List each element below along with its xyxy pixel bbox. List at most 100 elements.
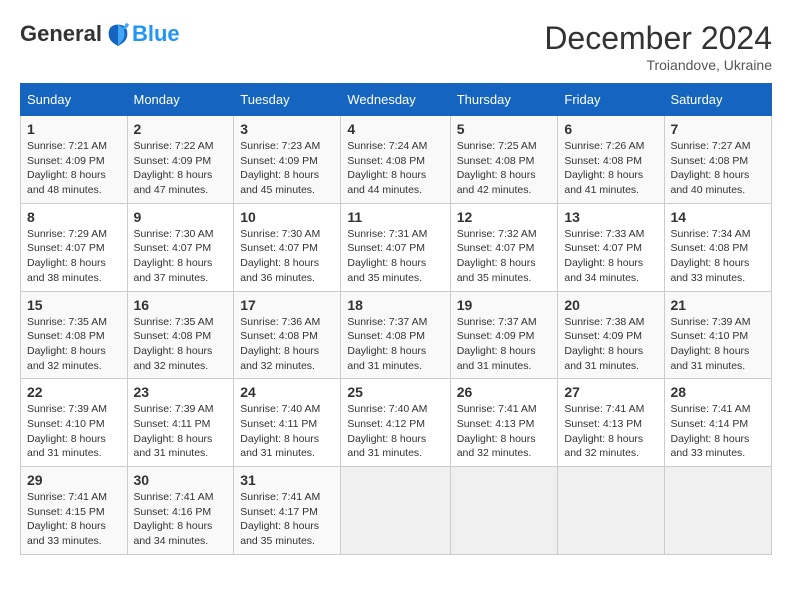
calendar-cell bbox=[558, 467, 664, 555]
calendar-cell: 11 Sunrise: 7:31 AM Sunset: 4:07 PM Dayl… bbox=[341, 203, 450, 291]
day-number: 7 bbox=[671, 121, 766, 137]
calendar-cell: 25 Sunrise: 7:40 AM Sunset: 4:12 PM Dayl… bbox=[341, 379, 450, 467]
day-info: Sunrise: 7:39 AM Sunset: 4:10 PM Dayligh… bbox=[27, 402, 121, 461]
day-number: 12 bbox=[457, 209, 552, 225]
day-info: Sunrise: 7:41 AM Sunset: 4:17 PM Dayligh… bbox=[240, 490, 334, 549]
day-info: Sunrise: 7:34 AM Sunset: 4:08 PM Dayligh… bbox=[671, 227, 766, 286]
calendar-cell: 5 Sunrise: 7:25 AM Sunset: 4:08 PM Dayli… bbox=[450, 116, 558, 204]
day-info: Sunrise: 7:37 AM Sunset: 4:09 PM Dayligh… bbox=[457, 315, 552, 374]
calendar-cell: 4 Sunrise: 7:24 AM Sunset: 4:08 PM Dayli… bbox=[341, 116, 450, 204]
day-number: 26 bbox=[457, 384, 552, 400]
calendar-cell: 15 Sunrise: 7:35 AM Sunset: 4:08 PM Dayl… bbox=[21, 291, 128, 379]
day-info: Sunrise: 7:29 AM Sunset: 4:07 PM Dayligh… bbox=[27, 227, 121, 286]
day-info: Sunrise: 7:21 AM Sunset: 4:09 PM Dayligh… bbox=[27, 139, 121, 198]
day-number: 4 bbox=[347, 121, 443, 137]
weekday-header-saturday: Saturday bbox=[664, 84, 772, 116]
calendar-cell: 2 Sunrise: 7:22 AM Sunset: 4:09 PM Dayli… bbox=[127, 116, 234, 204]
calendar-cell: 9 Sunrise: 7:30 AM Sunset: 4:07 PM Dayli… bbox=[127, 203, 234, 291]
logo-icon bbox=[104, 20, 132, 48]
calendar-cell: 16 Sunrise: 7:35 AM Sunset: 4:08 PM Dayl… bbox=[127, 291, 234, 379]
day-info: Sunrise: 7:41 AM Sunset: 4:14 PM Dayligh… bbox=[671, 402, 766, 461]
day-info: Sunrise: 7:27 AM Sunset: 4:08 PM Dayligh… bbox=[671, 139, 766, 198]
calendar-cell: 6 Sunrise: 7:26 AM Sunset: 4:08 PM Dayli… bbox=[558, 116, 664, 204]
day-info: Sunrise: 7:38 AM Sunset: 4:09 PM Dayligh… bbox=[564, 315, 657, 374]
calendar-cell: 26 Sunrise: 7:41 AM Sunset: 4:13 PM Dayl… bbox=[450, 379, 558, 467]
day-number: 16 bbox=[134, 297, 228, 313]
calendar-cell bbox=[450, 467, 558, 555]
day-info: Sunrise: 7:22 AM Sunset: 4:09 PM Dayligh… bbox=[134, 139, 228, 198]
calendar-cell: 22 Sunrise: 7:39 AM Sunset: 4:10 PM Dayl… bbox=[21, 379, 128, 467]
day-number: 21 bbox=[671, 297, 766, 313]
calendar-cell: 24 Sunrise: 7:40 AM Sunset: 4:11 PM Dayl… bbox=[234, 379, 341, 467]
day-number: 30 bbox=[134, 472, 228, 488]
day-info: Sunrise: 7:41 AM Sunset: 4:13 PM Dayligh… bbox=[564, 402, 657, 461]
weekday-header-row: SundayMondayTuesdayWednesdayThursdayFrid… bbox=[21, 84, 772, 116]
day-info: Sunrise: 7:41 AM Sunset: 4:15 PM Dayligh… bbox=[27, 490, 121, 549]
logo-blue: Blue bbox=[132, 21, 180, 47]
calendar-week-row: 15 Sunrise: 7:35 AM Sunset: 4:08 PM Dayl… bbox=[21, 291, 772, 379]
calendar-cell: 1 Sunrise: 7:21 AM Sunset: 4:09 PM Dayli… bbox=[21, 116, 128, 204]
day-number: 23 bbox=[134, 384, 228, 400]
day-info: Sunrise: 7:33 AM Sunset: 4:07 PM Dayligh… bbox=[564, 227, 657, 286]
calendar-cell: 3 Sunrise: 7:23 AM Sunset: 4:09 PM Dayli… bbox=[234, 116, 341, 204]
day-number: 19 bbox=[457, 297, 552, 313]
day-number: 13 bbox=[564, 209, 657, 225]
day-info: Sunrise: 7:32 AM Sunset: 4:07 PM Dayligh… bbox=[457, 227, 552, 286]
day-info: Sunrise: 7:39 AM Sunset: 4:10 PM Dayligh… bbox=[671, 315, 766, 374]
logo: General Blue bbox=[20, 20, 180, 48]
day-number: 3 bbox=[240, 121, 334, 137]
calendar-cell: 17 Sunrise: 7:36 AM Sunset: 4:08 PM Dayl… bbox=[234, 291, 341, 379]
day-number: 10 bbox=[240, 209, 334, 225]
day-number: 11 bbox=[347, 209, 443, 225]
day-info: Sunrise: 7:30 AM Sunset: 4:07 PM Dayligh… bbox=[134, 227, 228, 286]
calendar-cell bbox=[341, 467, 450, 555]
day-number: 6 bbox=[564, 121, 657, 137]
page-header: General Blue December 2024 Troiandove, U… bbox=[20, 20, 772, 73]
day-number: 9 bbox=[134, 209, 228, 225]
weekday-header-tuesday: Tuesday bbox=[234, 84, 341, 116]
calendar-cell: 28 Sunrise: 7:41 AM Sunset: 4:14 PM Dayl… bbox=[664, 379, 772, 467]
weekday-header-friday: Friday bbox=[558, 84, 664, 116]
day-number: 18 bbox=[347, 297, 443, 313]
logo-general: General bbox=[20, 21, 102, 47]
day-info: Sunrise: 7:35 AM Sunset: 4:08 PM Dayligh… bbox=[134, 315, 228, 374]
day-number: 1 bbox=[27, 121, 121, 137]
calendar-cell: 23 Sunrise: 7:39 AM Sunset: 4:11 PM Dayl… bbox=[127, 379, 234, 467]
day-info: Sunrise: 7:24 AM Sunset: 4:08 PM Dayligh… bbox=[347, 139, 443, 198]
month-title: December 2024 bbox=[544, 20, 772, 57]
day-number: 8 bbox=[27, 209, 121, 225]
calendar-cell: 13 Sunrise: 7:33 AM Sunset: 4:07 PM Dayl… bbox=[558, 203, 664, 291]
weekday-header-monday: Monday bbox=[127, 84, 234, 116]
day-number: 15 bbox=[27, 297, 121, 313]
day-info: Sunrise: 7:23 AM Sunset: 4:09 PM Dayligh… bbox=[240, 139, 334, 198]
weekday-header-thursday: Thursday bbox=[450, 84, 558, 116]
calendar-cell: 18 Sunrise: 7:37 AM Sunset: 4:08 PM Dayl… bbox=[341, 291, 450, 379]
calendar-cell: 14 Sunrise: 7:34 AM Sunset: 4:08 PM Dayl… bbox=[664, 203, 772, 291]
day-info: Sunrise: 7:40 AM Sunset: 4:11 PM Dayligh… bbox=[240, 402, 334, 461]
day-info: Sunrise: 7:37 AM Sunset: 4:08 PM Dayligh… bbox=[347, 315, 443, 374]
calendar-cell: 31 Sunrise: 7:41 AM Sunset: 4:17 PM Dayl… bbox=[234, 467, 341, 555]
calendar-cell: 20 Sunrise: 7:38 AM Sunset: 4:09 PM Dayl… bbox=[558, 291, 664, 379]
day-info: Sunrise: 7:31 AM Sunset: 4:07 PM Dayligh… bbox=[347, 227, 443, 286]
day-number: 28 bbox=[671, 384, 766, 400]
day-info: Sunrise: 7:41 AM Sunset: 4:16 PM Dayligh… bbox=[134, 490, 228, 549]
day-info: Sunrise: 7:36 AM Sunset: 4:08 PM Dayligh… bbox=[240, 315, 334, 374]
calendar-cell: 21 Sunrise: 7:39 AM Sunset: 4:10 PM Dayl… bbox=[664, 291, 772, 379]
calendar-week-row: 29 Sunrise: 7:41 AM Sunset: 4:15 PM Dayl… bbox=[21, 467, 772, 555]
calendar-week-row: 22 Sunrise: 7:39 AM Sunset: 4:10 PM Dayl… bbox=[21, 379, 772, 467]
day-number: 24 bbox=[240, 384, 334, 400]
day-info: Sunrise: 7:39 AM Sunset: 4:11 PM Dayligh… bbox=[134, 402, 228, 461]
day-number: 22 bbox=[27, 384, 121, 400]
location: Troiandove, Ukraine bbox=[544, 57, 772, 73]
calendar-cell: 7 Sunrise: 7:27 AM Sunset: 4:08 PM Dayli… bbox=[664, 116, 772, 204]
calendar-cell: 10 Sunrise: 7:30 AM Sunset: 4:07 PM Dayl… bbox=[234, 203, 341, 291]
calendar-cell: 19 Sunrise: 7:37 AM Sunset: 4:09 PM Dayl… bbox=[450, 291, 558, 379]
title-block: December 2024 Troiandove, Ukraine bbox=[544, 20, 772, 73]
calendar-cell: 29 Sunrise: 7:41 AM Sunset: 4:15 PM Dayl… bbox=[21, 467, 128, 555]
day-number: 20 bbox=[564, 297, 657, 313]
calendar-cell: 30 Sunrise: 7:41 AM Sunset: 4:16 PM Dayl… bbox=[127, 467, 234, 555]
weekday-header-wednesday: Wednesday bbox=[341, 84, 450, 116]
weekday-header-sunday: Sunday bbox=[21, 84, 128, 116]
calendar-cell bbox=[664, 467, 772, 555]
calendar-cell: 12 Sunrise: 7:32 AM Sunset: 4:07 PM Dayl… bbox=[450, 203, 558, 291]
